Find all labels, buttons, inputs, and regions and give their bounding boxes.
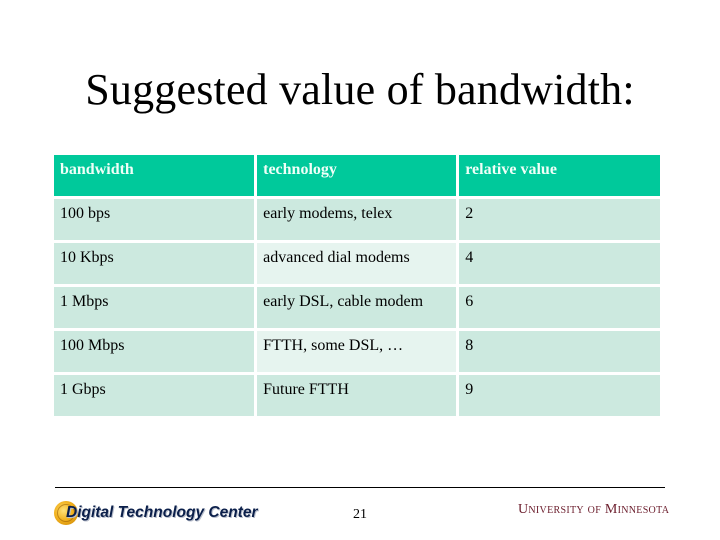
cell-relative-value: 8 [459,331,660,372]
header-relative-value: relative value [459,155,660,196]
university-of-minnesota-logo: University of Minnesota [518,502,670,517]
cell-relative-value: 9 [459,375,660,416]
cell-bandwidth: 10 Kbps [54,243,255,284]
footer-divider [55,487,665,488]
cell-technology: FTTH, some DSL, … [257,331,457,372]
page-number: 21 [353,507,367,522]
slide-title: Suggested value of bandwidth: [85,65,635,114]
table-row: 1 Mbps early DSL, cable modem 6 [54,287,660,328]
cell-relative-value: 6 [459,287,660,328]
cell-technology: early DSL, cable modem [257,287,457,328]
cell-bandwidth: 100 Mbps [54,331,255,372]
cell-technology: advanced dial modems [257,243,457,284]
table-row: 100 bps early modems, telex 2 [54,199,660,240]
table-row: 1 Gbps Future FTTH 9 [54,375,660,416]
table-header-row: bandwidth technology relative value [54,155,660,196]
cell-relative-value: 4 [459,243,660,284]
header-technology: technology [257,155,457,196]
cell-bandwidth: 1 Mbps [54,287,255,328]
cell-technology: Future FTTH [257,375,457,416]
cell-relative-value: 2 [459,199,660,240]
digital-technology-center-logo: Digital Technology Center [54,498,257,528]
table-row: 10 Kbps advanced dial modems 4 [54,243,660,284]
bandwidth-table: bandwidth technology relative value 100 … [51,152,663,419]
cell-technology: early modems, telex [257,199,457,240]
header-bandwidth: bandwidth [54,155,255,196]
cell-bandwidth: 1 Gbps [54,375,255,416]
dtc-logo-text: Digital Technology Center [66,504,258,521]
table-row: 100 Mbps FTTH, some DSL, … 8 [54,331,660,372]
cell-bandwidth: 100 bps [54,199,255,240]
